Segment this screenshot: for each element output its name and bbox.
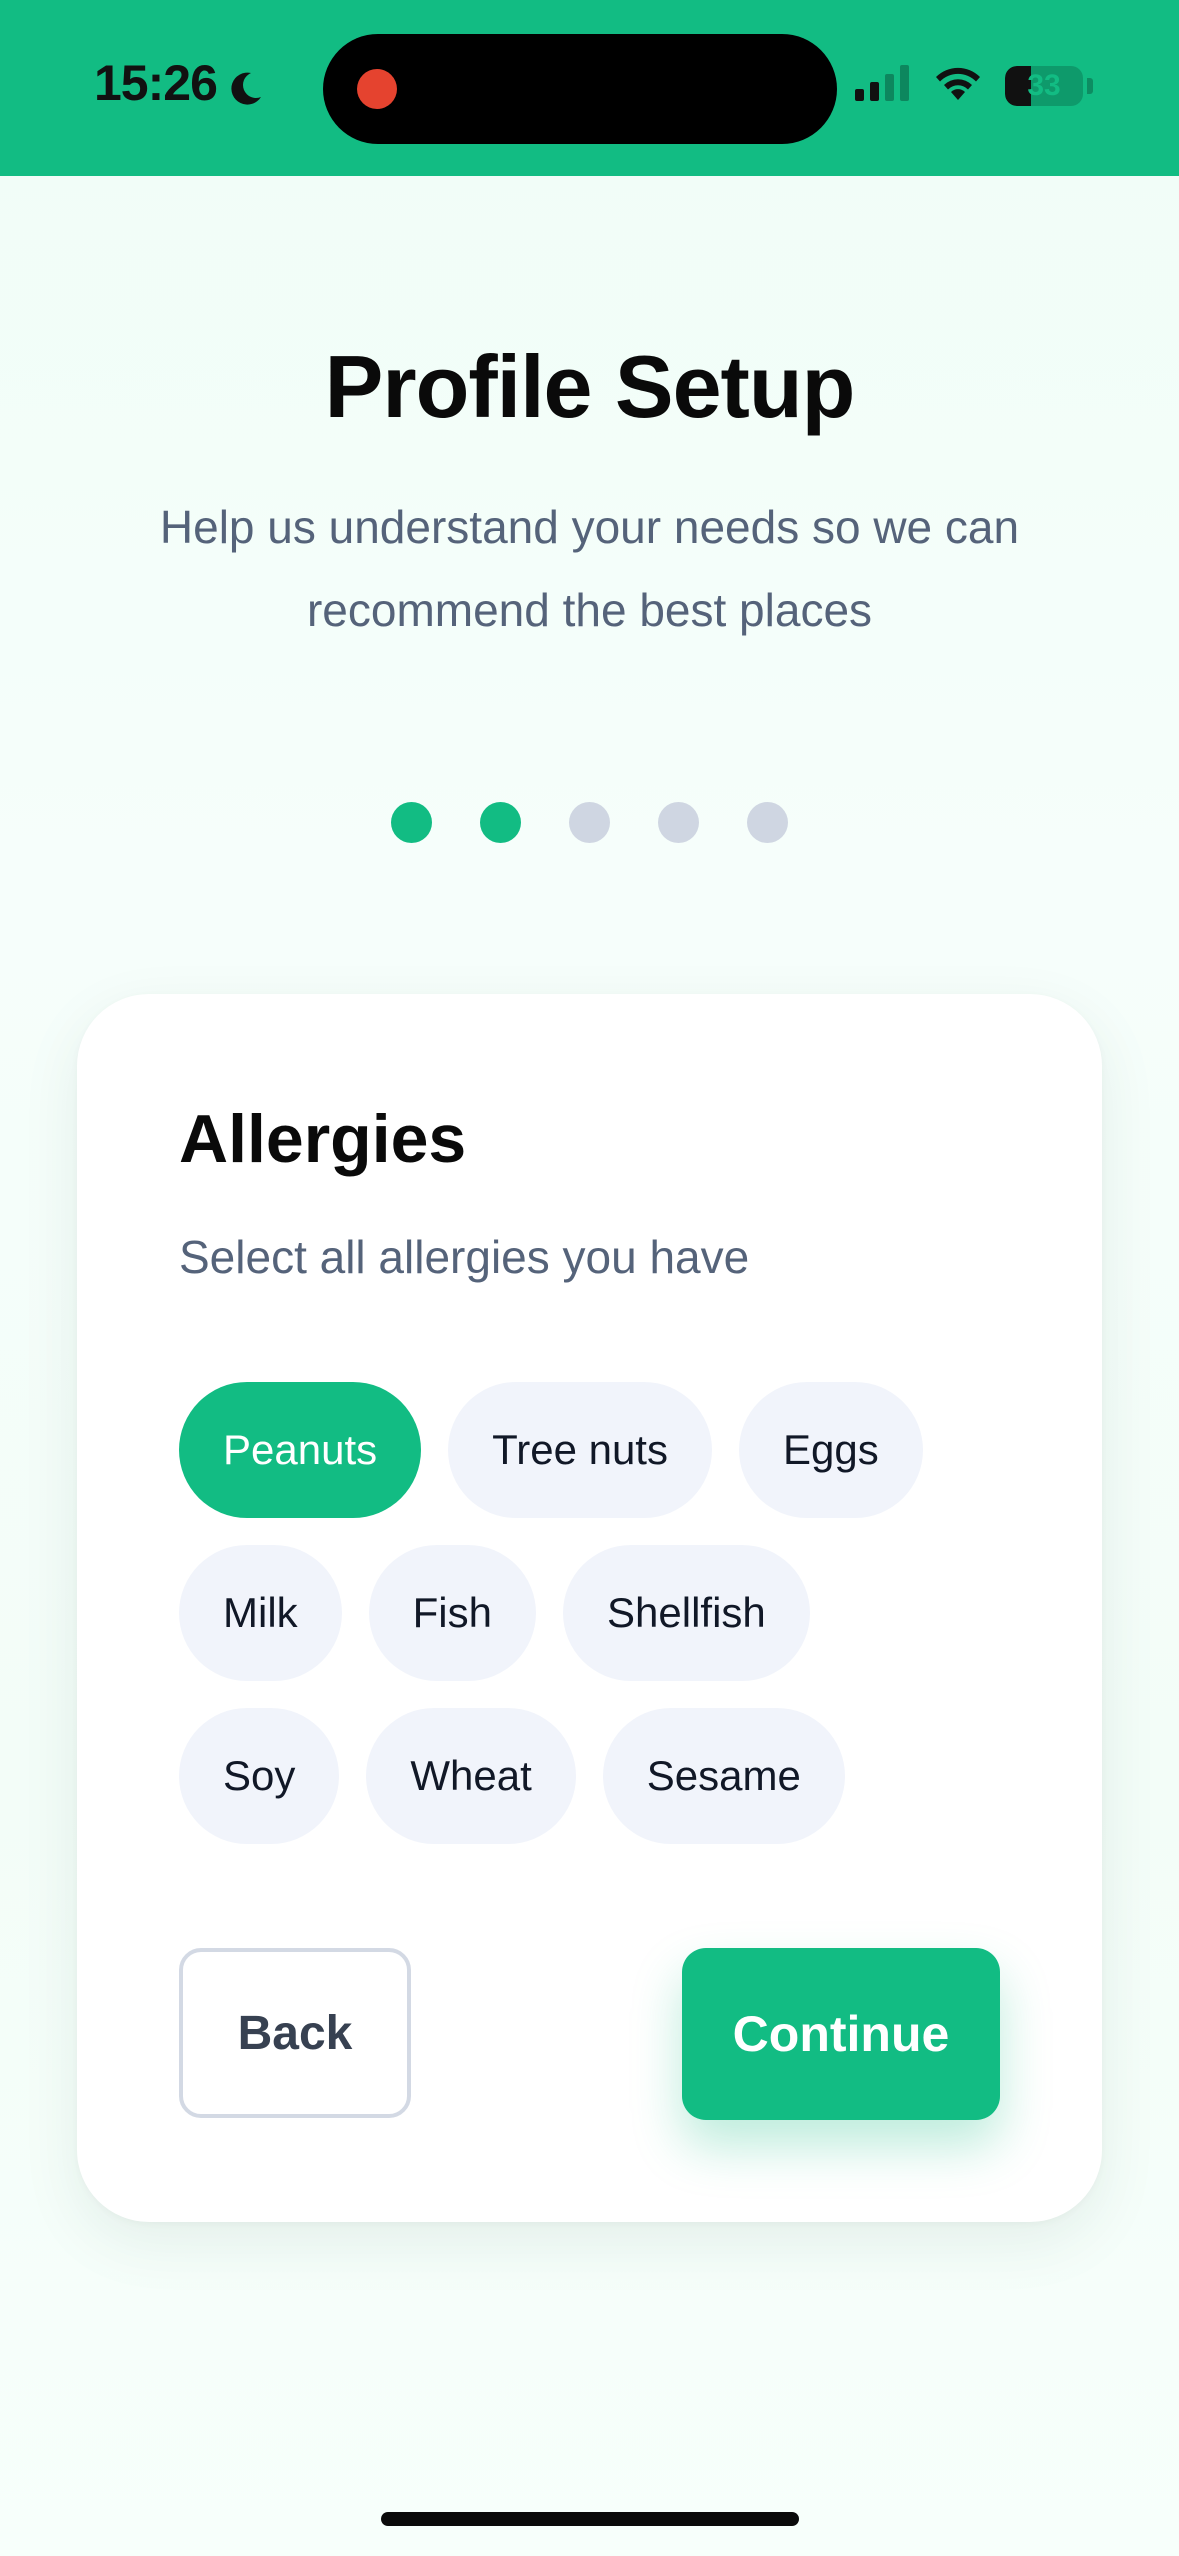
- progress-indicator: [0, 802, 1179, 843]
- chip-tree-nuts[interactable]: Tree nuts: [448, 1382, 712, 1518]
- chip-fish[interactable]: Fish: [368, 1545, 537, 1681]
- chip-soy[interactable]: Soy: [179, 1708, 340, 1844]
- chip-row: Peanuts Tree nuts Eggs: [179, 1382, 1039, 1518]
- allergies-card: Allergies Select all allergies you have …: [77, 994, 1102, 2222]
- moon-icon: [225, 63, 265, 105]
- chip-eggs[interactable]: Eggs: [738, 1382, 923, 1518]
- chip-row: Milk Fish Shellfish: [179, 1545, 1039, 1681]
- cellular-signal-icon: [855, 65, 911, 106]
- battery-cap: [1087, 77, 1093, 94]
- battery-icon: 33: [1005, 65, 1083, 106]
- chip-sesame[interactable]: Sesame: [602, 1708, 845, 1844]
- progress-dot: [480, 802, 521, 843]
- back-button[interactable]: Back: [179, 1948, 411, 2118]
- wifi-icon: [933, 64, 983, 107]
- progress-dot: [658, 802, 699, 843]
- home-indicator[interactable]: [381, 2512, 799, 2526]
- progress-dot: [391, 802, 432, 843]
- section-title: Allergies: [179, 1101, 467, 1177]
- status-bar: 15:26 33: [0, 0, 1179, 176]
- status-time: 15:26: [94, 54, 265, 112]
- page-subtitle: Help us understand your needs so we can …: [159, 501, 1020, 636]
- status-icons: 33: [855, 64, 1093, 107]
- progress-dot: [747, 802, 788, 843]
- allergy-options: Peanuts Tree nuts Eggs Milk Fish Shellfi…: [179, 1382, 1039, 1871]
- chip-shellfish[interactable]: Shellfish: [563, 1545, 810, 1681]
- dynamic-island: [323, 34, 837, 144]
- page-title: Profile Setup: [324, 337, 856, 436]
- progress-dot: [569, 802, 610, 843]
- chip-peanuts[interactable]: Peanuts: [179, 1382, 422, 1518]
- time-label: 15:26: [94, 55, 218, 111]
- chip-milk[interactable]: Milk: [179, 1545, 342, 1681]
- record-indicator: [357, 69, 397, 109]
- battery-level: 33: [1027, 68, 1061, 102]
- chip-row: Soy Wheat Sesame: [179, 1708, 1039, 1844]
- section-subtitle: Select all allergies you have: [179, 1231, 750, 1283]
- continue-button[interactable]: Continue: [682, 1948, 1000, 2120]
- chip-wheat[interactable]: Wheat: [366, 1708, 576, 1844]
